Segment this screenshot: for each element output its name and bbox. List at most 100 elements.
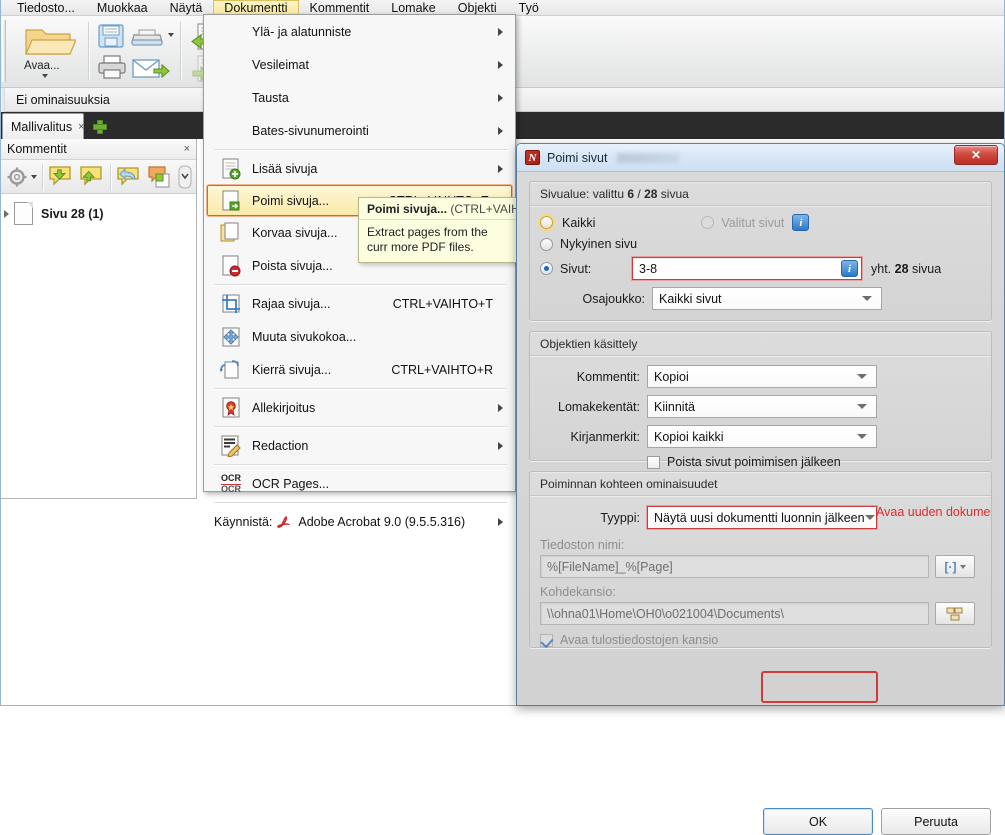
comment-up-icon: [80, 165, 102, 186]
menu-item-watermarks[interactable]: Vesileimat: [204, 48, 515, 81]
scanner-icon[interactable]: [130, 26, 164, 48]
subset-select[interactable]: Kaikki sivut: [652, 287, 882, 310]
menu-item-label: Muuta sivukokoa...: [252, 329, 357, 344]
document-tab[interactable]: Mallivalitus ×: [2, 113, 85, 139]
add-pages-icon: [220, 157, 242, 180]
menu-item-launch-acrobat[interactable]: Käynnistä: Adobe Acrobat 9.0 (9.5.5.316)…: [204, 505, 515, 538]
folder-browse-icon: [946, 607, 963, 620]
menu-separator: [214, 388, 507, 389]
tooltip-title-accel: (CTRL+VAIHT: [450, 202, 517, 216]
close-icon[interactable]: ×: [78, 121, 84, 133]
properties-bar-grip[interactable]: [0, 88, 5, 112]
menu-tiedosto[interactable]: Tiedosto...: [6, 0, 86, 16]
type-select[interactable]: Näytä uusi dokumentti luonnin jälkeen: [646, 505, 878, 530]
menu-item-ocr-pages[interactable]: OCR OCR OCR Pages...: [204, 467, 515, 500]
folder-label: Kohdekansio:: [540, 585, 616, 599]
close-button[interactable]: ✕: [954, 145, 998, 165]
radio-selected-pages[interactable]: [701, 216, 715, 229]
new-tab-button[interactable]: [88, 116, 110, 136]
formfields-select[interactable]: Kiinnitä: [647, 395, 877, 418]
submenu-arrow-icon: [498, 403, 503, 412]
comments-collapse-button[interactable]: [79, 165, 105, 189]
delete-after-extract-checkbox[interactable]: [647, 455, 660, 469]
info-icon-selected[interactable]: i: [792, 214, 810, 231]
pages-input[interactable]: 3-8 i: [631, 256, 863, 281]
menu-item-header-footer[interactable]: Ylä- ja alatunniste: [204, 15, 515, 48]
chevron-down-icon: [857, 404, 867, 409]
radio-current-page[interactable]: [540, 237, 553, 251]
info-icon-pages[interactable]: i: [841, 260, 858, 277]
total-suffix: sivua: [908, 261, 942, 276]
tooltip-body-text: Extract pages from the curr more PDF fil…: [367, 225, 488, 254]
menu-item-redaction[interactable]: Redaction: [204, 429, 515, 462]
menu-item-add-pages[interactable]: Lisää sivuja: [204, 152, 515, 185]
cancel-button[interactable]: Peruuta: [881, 808, 991, 835]
radio-current-page-label: Nykyinen sivu: [560, 237, 638, 251]
toolbar-grip-1[interactable]: [2, 20, 6, 82]
comments-expand-button[interactable]: [48, 165, 74, 189]
comments-reply-button[interactable]: [116, 165, 142, 189]
folder-input[interactable]: \\ohna01\Home\OH0\o021004\Documents\: [540, 602, 929, 625]
subset-select-value: Kaikki sivut: [659, 291, 722, 306]
acrobat-version-label: Adobe Acrobat 9.0 (9.5.5.316): [298, 514, 466, 529]
dialog-titlebar[interactable]: N Poimi sivut ✕: [517, 144, 1004, 172]
open-folder-icon[interactable]: [16, 22, 80, 60]
comment-reply-icon: [117, 166, 139, 186]
menu-item-label: Bates-sivunumerointi: [252, 123, 369, 138]
menu-item-rotate-pages[interactable]: Kierrä sivuja... CTRL+VAIHTO+R: [204, 353, 515, 386]
comments-panel-header: Kommentit ×: [0, 139, 196, 160]
tooltip-title-bold: Poimi sivuja...: [367, 202, 448, 216]
menu-item-background[interactable]: Tausta: [204, 81, 515, 114]
print-icon[interactable]: [96, 54, 128, 80]
page-range-group: Sivualue: valittu 6 / 28 sivua Kaikki Va…: [529, 181, 992, 321]
submenu-arrow-icon: [498, 126, 503, 135]
radio-selected-pages-label: Valitut sivut: [721, 215, 785, 230]
close-icon[interactable]: ×: [184, 143, 190, 155]
radio-pages[interactable]: [540, 262, 553, 275]
open-output-folder-checkbox[interactable]: [540, 633, 553, 647]
menu-separator: [214, 149, 507, 150]
comments-more-button[interactable]: [178, 165, 192, 189]
object-handling-group-title: Objektien käsittely: [530, 332, 991, 356]
chevron-down-icon: [857, 434, 867, 439]
radio-pages-label: Sivut:: [560, 261, 592, 276]
ok-button[interactable]: OK: [763, 808, 873, 835]
tooltip-body: Extract pages from the curr more PDF fil…: [359, 220, 517, 259]
folder-input-value: \\ohna01\Home\OH0\o021004\Documents\: [547, 606, 784, 621]
filename-input[interactable]: %[FileName]_%[Page]: [540, 555, 929, 578]
comments-options-button[interactable]: [6, 166, 37, 188]
properties-bar-text: Ei ominaisuuksia: [16, 92, 110, 107]
delete-pages-icon: [220, 254, 242, 277]
group-title-prefix: Sivualue: valittu: [540, 187, 628, 201]
menu-item-signature[interactable]: Allekirjoitus: [204, 391, 515, 424]
filename-macro-button[interactable]: [·]: [935, 555, 975, 578]
scanner-dropdown-caret-icon[interactable]: [168, 33, 174, 37]
browse-folder-button[interactable]: [935, 602, 975, 625]
expand-triangle-icon[interactable]: [4, 209, 9, 218]
comments-panel: Kommentit × Sivu 28 (1): [0, 139, 197, 499]
submenu-arrow-icon: [498, 441, 503, 450]
open-dropdown-caret-icon[interactable]: [42, 74, 48, 78]
save-icon[interactable]: [96, 22, 126, 50]
comments-select[interactable]: Kopioi: [647, 365, 877, 388]
menu-separator: [214, 284, 507, 285]
bookmarks-select-value: Kopioi kaikki: [654, 429, 724, 444]
menu-muokkaa[interactable]: Muokkaa: [86, 0, 159, 16]
page-icon: [14, 202, 33, 225]
menu-separator: [214, 426, 507, 427]
list-item[interactable]: Sivu 28 (1): [4, 202, 196, 225]
radio-all-pages[interactable]: [540, 216, 553, 229]
menu-item-crop-pages[interactable]: Rajaa sivuja... CTRL+VAIHTO+T: [204, 287, 515, 320]
blank-icon: [220, 21, 242, 43]
bookmarks-select[interactable]: Kopioi kaikki: [647, 425, 877, 448]
email-icon[interactable]: [132, 56, 170, 80]
comments-export-button[interactable]: [147, 165, 173, 189]
total-page-count: 28: [644, 187, 658, 201]
extract-pages-icon: [220, 189, 242, 212]
menu-item-bates-numbering[interactable]: Bates-sivunumerointi: [204, 114, 515, 147]
menu-item-label: Tausta: [252, 90, 289, 105]
comment-export-icon: [148, 165, 170, 188]
menu-item-label: Lisää sivuja: [252, 161, 318, 176]
filename-input-value: %[FileName]_%[Page]: [547, 559, 673, 574]
menu-item-resize-pages[interactable]: Muuta sivukokoa...: [204, 320, 515, 353]
